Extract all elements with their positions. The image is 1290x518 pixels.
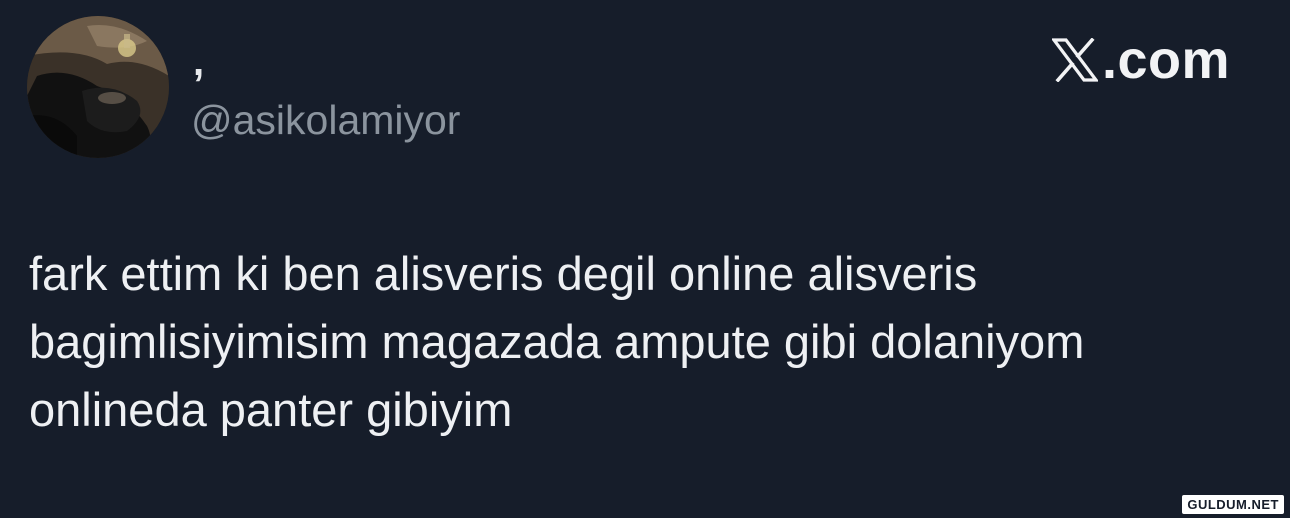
user-handle[interactable]: @asikolamiyor bbox=[191, 96, 460, 144]
avatar[interactable] bbox=[27, 16, 169, 158]
display-name[interactable]: , bbox=[193, 38, 204, 86]
x-logo-icon bbox=[1051, 38, 1098, 82]
brand-domain-label: .com bbox=[1101, 30, 1230, 90]
brand-logo: .com bbox=[1051, 30, 1230, 90]
avatar-image bbox=[27, 16, 169, 158]
watermark: GULDUM.NET bbox=[1182, 495, 1284, 514]
tweet-text: fark ettim ki ben alisveris degil online… bbox=[29, 247, 1085, 436]
